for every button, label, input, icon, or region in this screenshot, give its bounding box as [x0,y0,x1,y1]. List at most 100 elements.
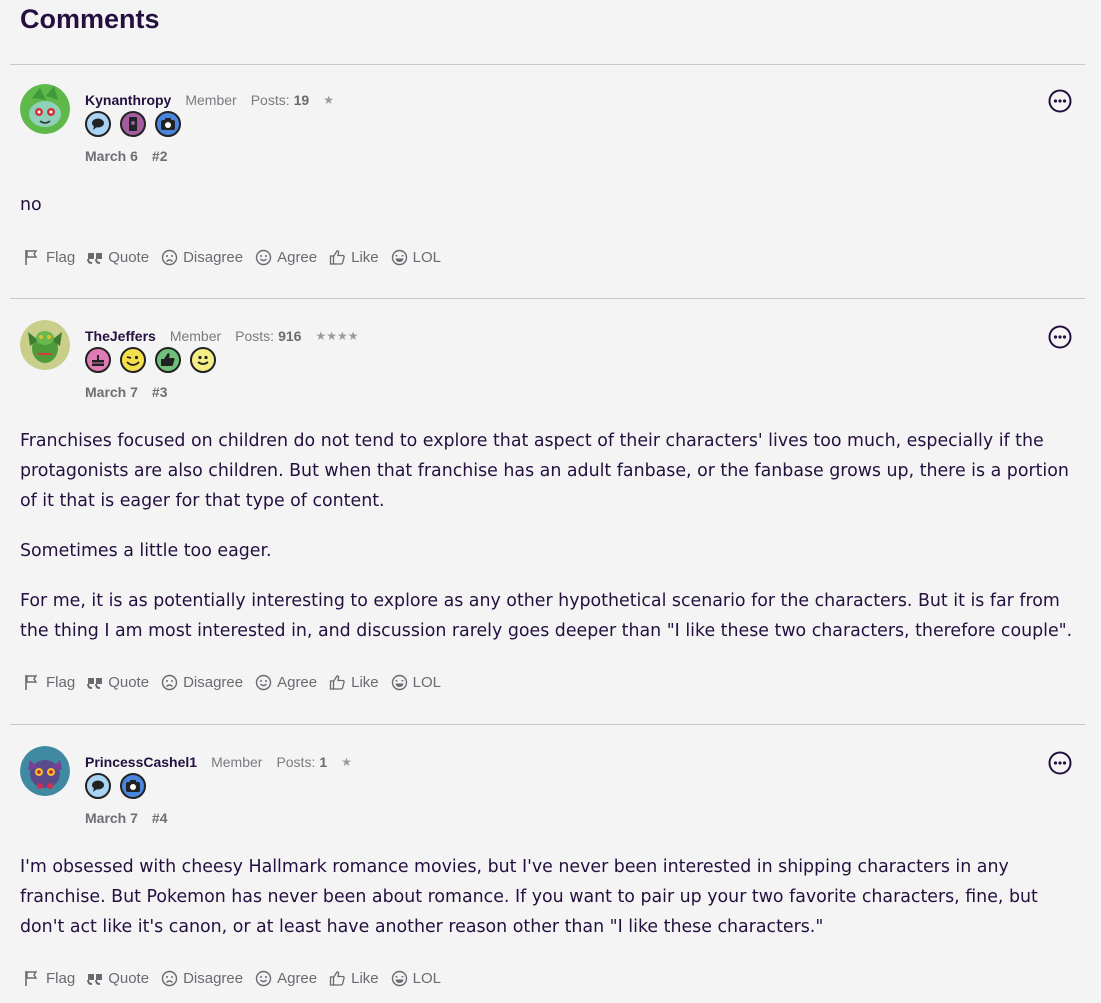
post-number[interactable]: #3 [152,384,168,400]
badges [85,773,155,799]
quote-label: Quote [108,248,150,266]
comment-paragraph: I'm obsessed with cheesy Hallmark romanc… [20,857,1038,937]
quote-button[interactable]: Quote [87,674,149,691]
action-bar: Flag Quote Disagree Agree Like LOL [24,671,453,693]
smile-icon [255,674,272,690]
username[interactable]: PrincessCashel1 [85,754,197,770]
laugh-icon [391,249,407,265]
comment-paragraph: Franchises focused on children do not te… [20,431,1069,511]
comments-heading: Comments [20,4,160,34]
thumbs-up-badge[interactable] [155,347,181,373]
rank-stars: ★ [323,93,334,107]
action-bar: Flag Quote Disagree Agree Like LOL [24,246,453,268]
comment-body: no [20,190,1085,240]
more-options-icon[interactable] [1048,325,1072,349]
flag-icon [25,970,38,986]
username[interactable]: Kynanthropy [85,92,171,108]
camera-badge[interactable] [120,773,146,799]
comment-paragraph: Sometimes a little too eager. [20,541,272,561]
quote-button[interactable]: Quote [87,970,149,987]
user-meta: PrincessCashel1 Member Posts: 1 ★ [85,753,352,771]
lol-button[interactable]: LOL [391,674,441,691]
comment-paragraph: For me, it is as potentially interesting… [20,591,1073,641]
user-role: Member [185,92,237,108]
flag-button[interactable]: Flag [24,249,75,266]
thumbs-up-icon [329,674,345,690]
user-meta: TheJeffers Member Posts: 916 ★★★★ [85,327,358,345]
flag-icon [25,674,38,690]
frown-icon [161,674,178,690]
frown-icon [161,970,178,986]
badges [85,347,225,373]
smile-icon [255,970,272,986]
rank-stars: ★ [341,755,352,769]
lol-button[interactable]: LOL [391,249,441,266]
post-date-line: March 6 #2 [85,148,168,164]
laugh-icon [391,674,407,690]
quote-icon [87,678,103,689]
post-date-line: March 7 #4 [85,810,168,826]
flag-button[interactable]: Flag [24,970,75,987]
more-options-icon[interactable] [1048,89,1072,113]
avatar[interactable] [20,746,70,796]
avatar[interactable] [20,84,70,134]
disagree-label: Disagree [183,969,244,987]
action-bar: Flag Quote Disagree Agree Like LOL [24,967,453,989]
posts-count: 19 [293,92,310,108]
disagree-button[interactable]: Disagree [161,970,243,987]
disagree-button[interactable]: Disagree [161,674,243,691]
agree-label: Agree [277,248,318,266]
agree-button[interactable]: Agree [255,674,317,691]
post-number[interactable]: #2 [152,148,168,164]
posts-label: Posts: [235,328,275,344]
like-label: Like [351,673,379,691]
flag-label: Flag [46,248,76,266]
wink-badge[interactable] [120,347,146,373]
post-date[interactable]: March 7 [85,384,138,400]
divider [10,64,1085,65]
comment-body: I'm obsessed with cheesy Hallmark romanc… [20,852,1085,962]
camera-badge[interactable] [155,111,181,137]
thumbs-up-icon [329,249,345,265]
more-options-icon[interactable] [1048,751,1072,775]
like-button[interactable]: Like [329,674,379,691]
agree-label: Agree [277,673,318,691]
quote-icon [87,974,103,985]
disagree-button[interactable]: Disagree [161,249,243,266]
posts-label: Posts: [250,92,290,108]
disagree-label: Disagree [183,248,244,266]
posts-count: 1 [319,754,328,770]
agree-button[interactable]: Agree [255,970,317,987]
lol-button[interactable]: LOL [391,970,441,987]
rank-stars: ★★★★ [315,329,359,343]
flag-button[interactable]: Flag [24,674,75,691]
frown-icon [161,249,178,265]
quote-button[interactable]: Quote [87,249,149,266]
post-date[interactable]: March 6 [85,148,138,164]
like-label: Like [351,248,379,266]
smile-badge[interactable] [190,347,216,373]
flag-icon [25,249,38,265]
like-label: Like [351,969,379,987]
phone-badge[interactable] [120,111,146,137]
post-date-line: March 7 #3 [85,384,168,400]
quote-label: Quote [108,969,150,987]
like-button[interactable]: Like [329,249,379,266]
user-meta: Kynanthropy Member Posts: 19 ★ [85,91,334,109]
flag-label: Flag [46,969,76,987]
like-button[interactable]: Like [329,970,379,987]
speech-bubble-badge[interactable] [85,773,111,799]
avatar[interactable] [20,320,70,370]
thumbs-up-icon [329,970,345,986]
divider [10,724,1085,725]
post-date[interactable]: March 7 [85,810,138,826]
badges [85,111,190,137]
laugh-icon [391,970,407,986]
post-number[interactable]: #4 [152,810,168,826]
speech-bubble-badge[interactable] [85,111,111,137]
cake-badge[interactable] [85,347,111,373]
agree-button[interactable]: Agree [255,249,317,266]
lol-label: LOL [412,673,442,691]
posts-label: Posts: [276,754,316,770]
username[interactable]: TheJeffers [85,328,156,344]
